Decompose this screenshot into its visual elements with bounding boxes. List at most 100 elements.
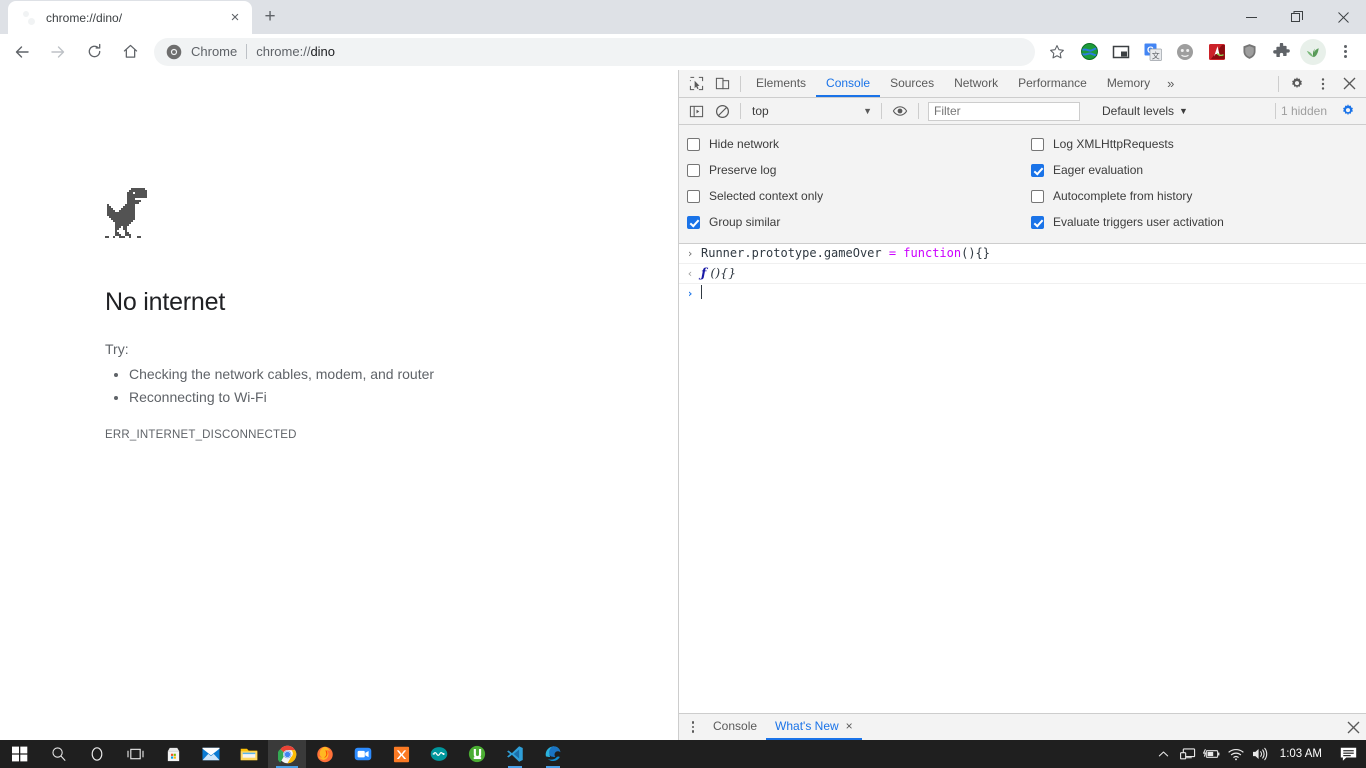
omnibox-separator — [246, 44, 248, 59]
new-tab-button[interactable]: + — [256, 3, 284, 31]
checkbox-box[interactable] — [687, 137, 700, 151]
firefox-icon[interactable] — [306, 740, 344, 768]
shield-extension-icon[interactable] — [1236, 39, 1262, 65]
windows-start-icon[interactable] — [0, 740, 40, 768]
customize-menu-icon[interactable] — [1310, 72, 1336, 96]
tab-sources[interactable]: Sources — [880, 70, 944, 97]
omnibox-address-bar[interactable]: Chrome chrome://dino — [154, 37, 1035, 66]
checkbox-selected-context-only[interactable]: Selected context only — [687, 183, 1023, 209]
xampp-icon[interactable] — [382, 740, 420, 768]
action-center-icon[interactable] — [1334, 740, 1362, 768]
mail-icon[interactable] — [192, 740, 230, 768]
minimize-icon[interactable] — [1228, 0, 1274, 34]
search-icon[interactable] — [40, 740, 78, 768]
close-icon[interactable] — [1320, 0, 1366, 34]
input-arrow-icon: › — [686, 247, 694, 260]
page-title: No internet — [105, 288, 226, 316]
console-sidebar-icon[interactable] — [683, 99, 709, 123]
drawer-tab-whats-new[interactable]: What's New × — [766, 714, 862, 740]
zoom-icon[interactable] — [344, 740, 382, 768]
checkbox-autocomplete-from-history[interactable]: Autocomplete from history — [1031, 183, 1366, 209]
wifi-icon[interactable] — [1224, 740, 1248, 768]
forward-arrow-icon[interactable] — [43, 37, 73, 67]
checkbox-box[interactable] — [1031, 137, 1044, 151]
console-prompt-input[interactable] — [701, 285, 702, 302]
log-levels-selector[interactable]: Default levels ▼ — [1102, 104, 1188, 118]
page-viewport: No internet Try: Checking the network ca… — [0, 70, 678, 740]
idm-extension-icon[interactable] — [1076, 39, 1102, 65]
checkbox-group-similar[interactable]: Group similar — [687, 209, 1023, 235]
file-explorer-icon[interactable] — [230, 740, 268, 768]
clear-console-icon[interactable] — [709, 99, 735, 123]
content-area: No internet Try: Checking the network ca… — [0, 70, 1366, 740]
console-output-value[interactable]: ƒ (){} — [701, 265, 736, 280]
console-prompt-row[interactable]: › — [679, 284, 1366, 303]
restore-icon[interactable] — [1274, 0, 1320, 34]
google-translate-icon[interactable]: G 文 — [1140, 39, 1166, 65]
bookmark-star-icon[interactable] — [1043, 38, 1071, 66]
network-monitor-icon[interactable] — [1176, 740, 1200, 768]
device-toolbar-icon[interactable] — [709, 72, 735, 96]
execution-context-selector[interactable]: top ▼ — [746, 101, 876, 122]
windows-taskbar: 1:03 AM — [0, 740, 1366, 768]
tab-console[interactable]: Console — [816, 70, 881, 97]
checkbox-box[interactable] — [687, 215, 700, 229]
adobe-acrobat-icon[interactable] — [1204, 39, 1230, 65]
tab-network[interactable]: Network — [944, 70, 1008, 97]
drawer-tab-console[interactable]: Console — [704, 714, 766, 740]
chrome-menu-icon[interactable] — [1332, 39, 1358, 65]
battery-icon[interactable] — [1200, 740, 1224, 768]
checkbox-label: Log XMLHttpRequests — [1053, 137, 1174, 151]
tab-memory[interactable]: Memory — [1097, 70, 1160, 97]
settings-gear-icon[interactable] — [1284, 72, 1310, 96]
checkbox-box[interactable] — [1031, 215, 1044, 229]
checkbox-preserve-log[interactable]: Preserve log — [687, 157, 1023, 183]
show-hidden-icons-chevron[interactable] — [1152, 740, 1176, 768]
tab-performance[interactable]: Performance — [1008, 70, 1097, 97]
arduino-icon[interactable] — [420, 740, 458, 768]
checkbox-box[interactable] — [687, 189, 700, 203]
microsoft-store-icon[interactable] — [154, 740, 192, 768]
checkbox-log-xmlhttprequests[interactable]: Log XMLHttpRequests — [1031, 131, 1366, 157]
globe-icon — [20, 10, 36, 26]
drawer-menu-icon[interactable] — [682, 716, 704, 738]
close-devtools-icon[interactable] — [1336, 72, 1362, 96]
console-output-message: ‹ ƒ (){} — [679, 264, 1366, 284]
tab-elements[interactable]: Elements — [746, 70, 816, 97]
checkbox-box[interactable] — [687, 163, 700, 177]
toolbar-divider — [881, 103, 882, 119]
puzzle-extensions-icon[interactable] — [1268, 39, 1294, 65]
profile-avatar-icon[interactable] — [1300, 38, 1326, 65]
cortana-icon[interactable] — [78, 740, 116, 768]
tab-close-icon[interactable]: × — [226, 9, 244, 27]
filter-input[interactable]: Filter — [928, 101, 1080, 121]
microsoft-edge-icon[interactable] — [534, 740, 572, 768]
checkbox-evaluate-triggers-user-activation[interactable]: Evaluate triggers user activation — [1031, 209, 1366, 235]
console-settings-gear-icon[interactable] — [1335, 99, 1361, 123]
reload-icon[interactable] — [79, 37, 109, 67]
home-icon[interactable] — [115, 37, 145, 67]
close-drawer-icon[interactable] — [1340, 714, 1366, 740]
console-toolbar: top ▼ Filter Default levels ▼ 1 hidden — [679, 98, 1366, 125]
picture-in-picture-icon[interactable] — [1108, 39, 1134, 65]
system-clock[interactable]: 1:03 AM — [1272, 748, 1334, 760]
checkbox-box[interactable] — [1031, 163, 1044, 177]
volume-icon[interactable] — [1248, 740, 1272, 768]
eye-icon[interactable] — [887, 99, 913, 123]
task-view-icon[interactable] — [116, 740, 154, 768]
inspect-element-icon[interactable] — [683, 72, 709, 96]
grammar-extension-icon[interactable] — [1172, 39, 1198, 65]
utorrent-icon[interactable] — [458, 740, 496, 768]
google-chrome-icon[interactable] — [268, 740, 306, 768]
browser-tab[interactable]: chrome://dino/ × — [8, 1, 252, 34]
console-log-area[interactable]: › Runner.prototype.gameOver = function()… — [679, 244, 1366, 713]
checkbox-box[interactable] — [1031, 189, 1044, 203]
code-token-operator: = — [888, 246, 897, 260]
dinosaur-sprite-icon[interactable] — [105, 188, 147, 240]
checkbox-hide-network[interactable]: Hide network — [687, 131, 1023, 157]
more-tabs-icon[interactable]: » — [1160, 72, 1181, 96]
checkbox-eager-evaluation[interactable]: Eager evaluation — [1031, 157, 1366, 183]
vs-code-icon[interactable] — [496, 740, 534, 768]
back-arrow-icon[interactable] — [7, 37, 37, 67]
drawer-tab-close-icon[interactable]: × — [846, 719, 853, 733]
